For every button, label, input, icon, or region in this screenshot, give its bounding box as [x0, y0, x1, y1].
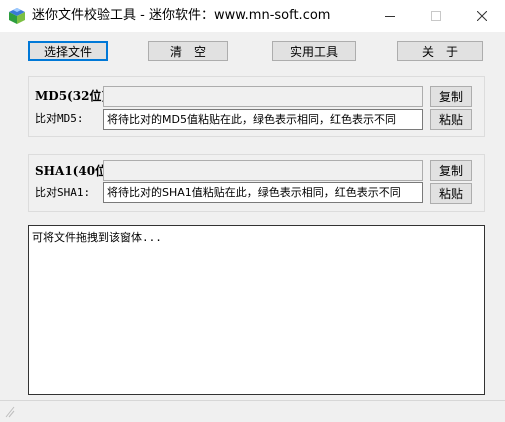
window-title: 迷你文件校验工具 - 迷你软件：www.mn-soft.com	[32, 8, 331, 23]
resize-grip-icon[interactable]	[4, 404, 16, 418]
sha1-value-field[interactable]	[103, 160, 423, 181]
maximize-button[interactable]	[413, 0, 459, 32]
md5-paste-button[interactable]: 粘贴	[430, 109, 472, 130]
sha1-label: SHA1(40位)	[35, 164, 113, 178]
maximize-icon	[431, 11, 441, 21]
select-file-button[interactable]: 选择文件	[28, 41, 108, 61]
sha1-copy-button[interactable]: 复制	[430, 160, 472, 181]
md5-compare-label: 比对MD5:	[35, 112, 84, 125]
about-button[interactable]: 关 于	[397, 41, 483, 61]
status-bar	[0, 400, 505, 422]
tools-button[interactable]: 实用工具	[272, 41, 356, 61]
md5-label: MD5(32位):	[35, 89, 112, 103]
drop-hint-text: 可将文件拖拽到该窗体...	[32, 231, 162, 244]
md5-copy-button[interactable]: 复制	[430, 86, 472, 107]
drop-log-area[interactable]: 可将文件拖拽到该窗体...	[28, 225, 485, 395]
md5-compare-input[interactable]: 将待比对的MD5值粘贴在此，绿色表示相同，红色表示不同	[103, 109, 423, 130]
sha1-paste-button[interactable]: 粘贴	[430, 183, 472, 204]
sha1-compare-input[interactable]: 将待比对的SHA1值粘贴在此，绿色表示相同，红色表示不同	[103, 182, 423, 203]
app-cube-icon	[9, 8, 25, 24]
close-button[interactable]	[459, 0, 505, 32]
title-bar[interactable]: 迷你文件校验工具 - 迷你软件：www.mn-soft.com	[0, 0, 505, 32]
sha1-compare-label: 比对SHA1:	[35, 186, 91, 199]
close-icon	[477, 11, 487, 21]
clear-button[interactable]: 清 空	[148, 41, 228, 61]
minimize-icon	[385, 16, 395, 17]
md5-value-field[interactable]	[103, 86, 423, 107]
minimize-button[interactable]	[367, 0, 413, 32]
